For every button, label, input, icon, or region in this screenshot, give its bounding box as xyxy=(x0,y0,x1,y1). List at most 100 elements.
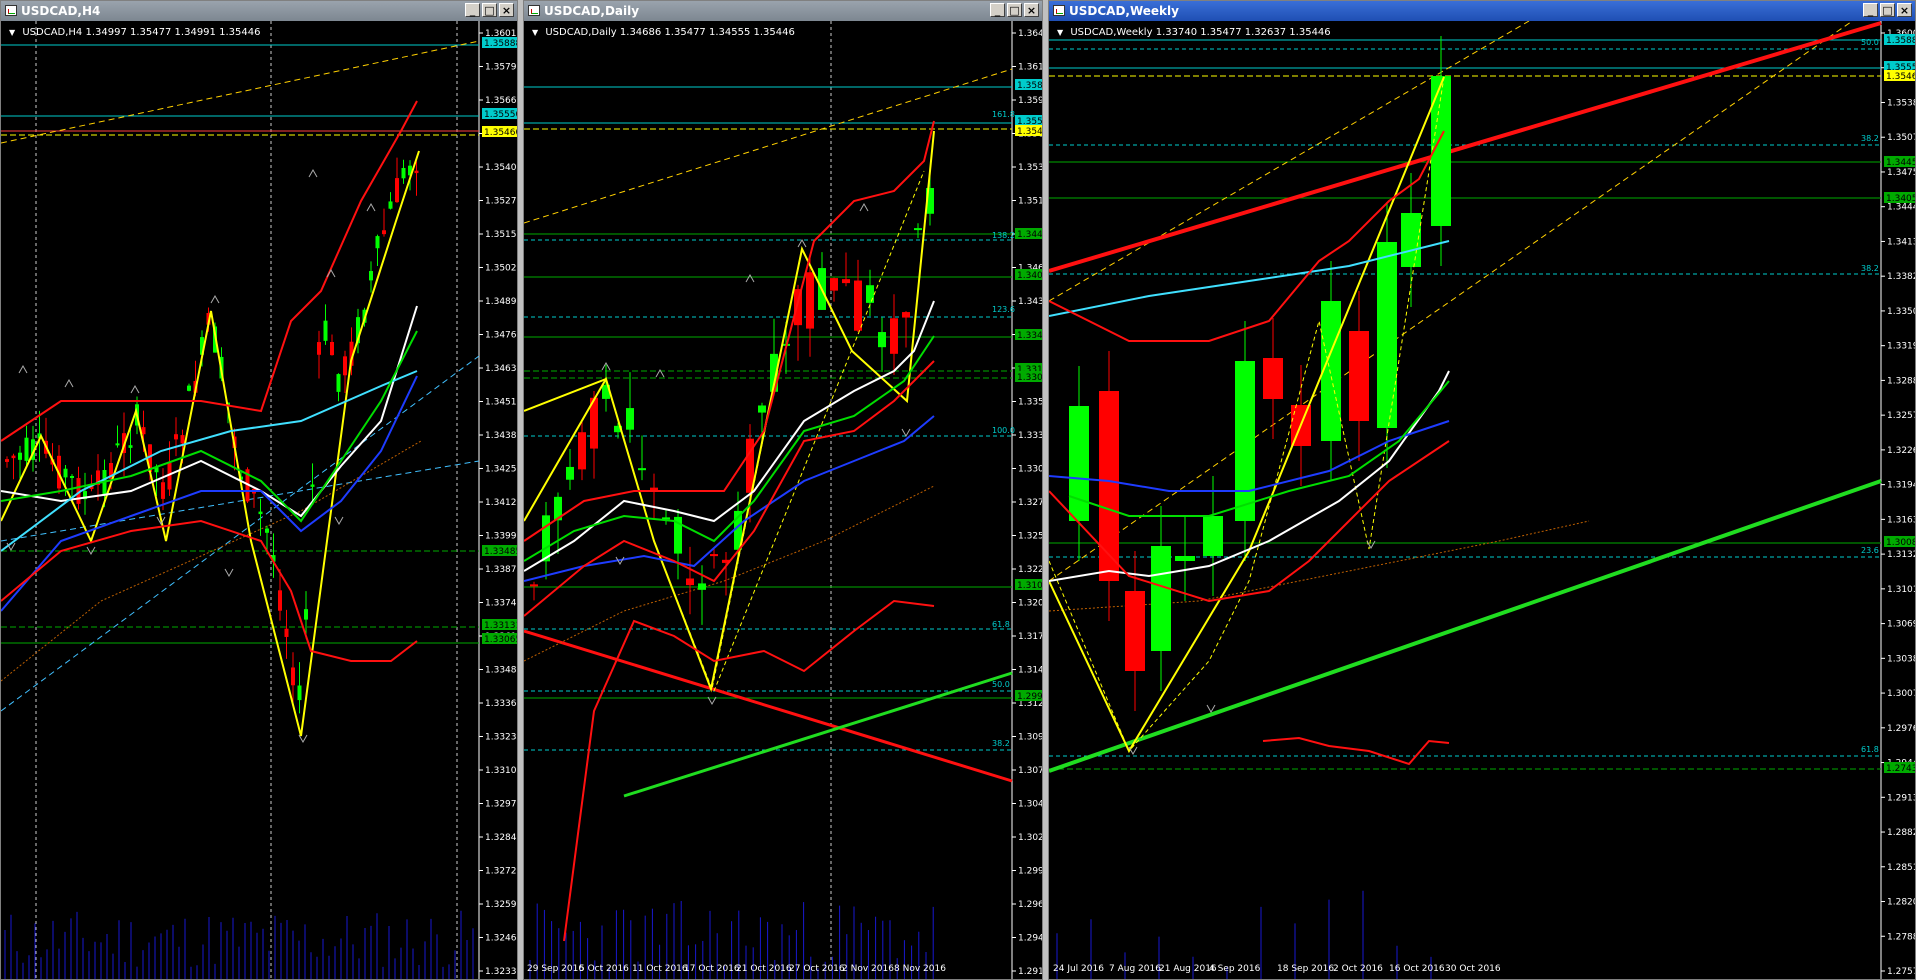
candle-body xyxy=(258,511,263,515)
fractal-up-arrow xyxy=(210,294,220,304)
price-label: 1.28820 xyxy=(1887,828,1915,838)
window-titlebar[interactable]: USDCAD,H4 _ □ × xyxy=(1,1,517,21)
price-label: 1.34355 xyxy=(1018,297,1042,307)
price-label: 1.35915 xyxy=(1018,96,1042,106)
level-tag: 1.34457 xyxy=(1886,158,1915,168)
date-label: 8 Nov 2016 xyxy=(894,964,946,974)
fib-label: 61.8 xyxy=(1861,745,1879,754)
price-label: 1.36435 xyxy=(1018,29,1042,39)
candle-body xyxy=(336,374,341,392)
candle-body xyxy=(11,455,16,459)
candle-body xyxy=(626,408,634,430)
chart-window-icon xyxy=(5,5,17,16)
window-titlebar[interactable]: USDCAD,Daily _ □ × xyxy=(524,1,1042,21)
minimize-button[interactable]: _ xyxy=(990,3,1005,17)
price-label: 1.29760 xyxy=(1887,724,1915,734)
window-title: USDCAD,Daily xyxy=(544,4,640,18)
price-label: 1.33995 xyxy=(485,532,517,542)
price-label: 1.32590 xyxy=(485,900,517,910)
minimize-button[interactable]: _ xyxy=(1863,3,1878,17)
band-lower xyxy=(1,519,418,662)
candle-body xyxy=(401,167,406,179)
candle-body xyxy=(128,445,133,448)
maximize-button[interactable]: □ xyxy=(1007,3,1022,17)
ma-green xyxy=(1,330,418,523)
candle-body xyxy=(698,583,706,590)
price-label: 1.33820 xyxy=(1887,272,1915,282)
price-label: 1.32975 xyxy=(485,800,517,810)
close-button[interactable]: × xyxy=(499,3,514,17)
price-chart[interactable]: 1.360051.356951.353851.350701.347551.344… xyxy=(1049,21,1915,979)
zigzag-dotted xyxy=(653,248,803,691)
candle-body xyxy=(530,584,538,587)
date-label: 2 Oct 2016 xyxy=(1333,964,1383,974)
price-label: 1.35135 xyxy=(1018,197,1042,207)
level-tag: 1.35460 xyxy=(1886,72,1915,82)
close-button[interactable]: × xyxy=(1024,3,1039,17)
price-label: 1.32720 xyxy=(485,867,517,877)
price-label: 1.32015 xyxy=(1018,599,1042,609)
date-label: 4 Sep 2016 xyxy=(1209,964,1261,974)
dropdown-triangle-icon: ▼ xyxy=(532,28,539,37)
window-titlebar[interactable]: USDCAD,Weekly _ □ × xyxy=(1049,1,1915,21)
close-button[interactable]: × xyxy=(1897,3,1912,17)
dropdown-triangle-icon: ▼ xyxy=(9,28,16,37)
price-label: 1.35405 xyxy=(485,163,517,173)
price-label: 1.31755 xyxy=(1018,632,1042,642)
band-lower xyxy=(524,360,935,617)
candle-body xyxy=(686,578,694,586)
candle-body xyxy=(566,466,574,480)
symbol-info: ▼ USDCAD,Weekly 1.33740 1.35477 1.32637 … xyxy=(1057,27,1331,38)
candle-body xyxy=(806,272,814,329)
candle-body xyxy=(18,452,22,460)
chart-window-weekly[interactable]: USDCAD,Weekly _ □ × 1.360051.356951.3538… xyxy=(1048,0,1916,980)
fib-label: 50.0 xyxy=(992,680,1010,689)
fractal-down-arrow xyxy=(901,428,911,438)
price-label: 1.29160 xyxy=(1018,967,1042,977)
chart-window-daily[interactable]: USDCAD,Daily _ □ × 1.36435 1.36175 1.35915… xyxy=(523,0,1043,980)
candle-body xyxy=(1151,546,1171,651)
price-label: 1.33195 xyxy=(1887,342,1915,352)
candle-body xyxy=(310,484,315,487)
candle-body xyxy=(854,280,862,331)
dropdown-triangle-icon: ▼ xyxy=(1057,28,1064,37)
candle-body xyxy=(395,178,399,203)
candle-body xyxy=(1099,391,1119,581)
price-label: 1.35790 xyxy=(485,63,517,73)
date-label: 17 Oct 2016 xyxy=(684,964,740,974)
candle-body xyxy=(180,435,185,444)
price-label: 1.30460 xyxy=(1018,800,1042,810)
date-label: 11 Oct 2016 xyxy=(632,964,688,974)
date-label: 21 Oct 2016 xyxy=(736,964,792,974)
maximize-button[interactable]: □ xyxy=(1880,3,1895,17)
candle-body xyxy=(343,356,347,376)
info-ohlc: 1.34997 1.35477 1.34991 1.35446 xyxy=(85,27,261,38)
price-label: 1.34380 xyxy=(485,431,517,441)
fractal-down-arrow xyxy=(224,568,234,578)
fractal-down-arrow xyxy=(1206,704,1216,714)
price-chart[interactable]: 1.360151.357901.356601.355301.354051.352… xyxy=(1,21,517,979)
zigzag-dotted xyxy=(713,170,925,692)
level-tag: 1.34057 xyxy=(1886,194,1915,204)
ma-dotted xyxy=(524,485,935,662)
fractal-down-arrow xyxy=(334,516,344,526)
price-label: 1.35070 xyxy=(1887,133,1915,143)
price-label: 1.35275 xyxy=(485,197,517,207)
minimize-button[interactable]: _ xyxy=(465,3,480,17)
fractal-up-arrow xyxy=(797,238,807,248)
level-tag: 1.33131 xyxy=(484,621,517,631)
fib-label: 123.6 xyxy=(992,305,1015,314)
price-label: 1.32795 xyxy=(1018,498,1042,508)
candle-body xyxy=(375,236,380,249)
fib-label: 50.0 xyxy=(1861,38,1879,47)
price-label: 1.33575 xyxy=(1018,398,1042,408)
maximize-button[interactable]: □ xyxy=(482,3,497,17)
price-label: 1.34635 xyxy=(485,364,517,374)
price-chart[interactable]: 1.364351.361751.359151.356551.353951.351… xyxy=(524,21,1042,979)
trendline-channel xyxy=(524,68,1013,224)
price-label: 1.32570 xyxy=(1887,411,1915,421)
price-label: 1.32260 xyxy=(1887,446,1915,456)
symbol-info: ▼ USDCAD,Daily 1.34686 1.35477 1.34555 1… xyxy=(532,27,795,38)
chart-window-h4[interactable]: USDCAD,H4 _ □ × 1.360151.357901.356601.3… xyxy=(0,0,518,980)
price-label: 1.34755 xyxy=(1887,168,1915,178)
